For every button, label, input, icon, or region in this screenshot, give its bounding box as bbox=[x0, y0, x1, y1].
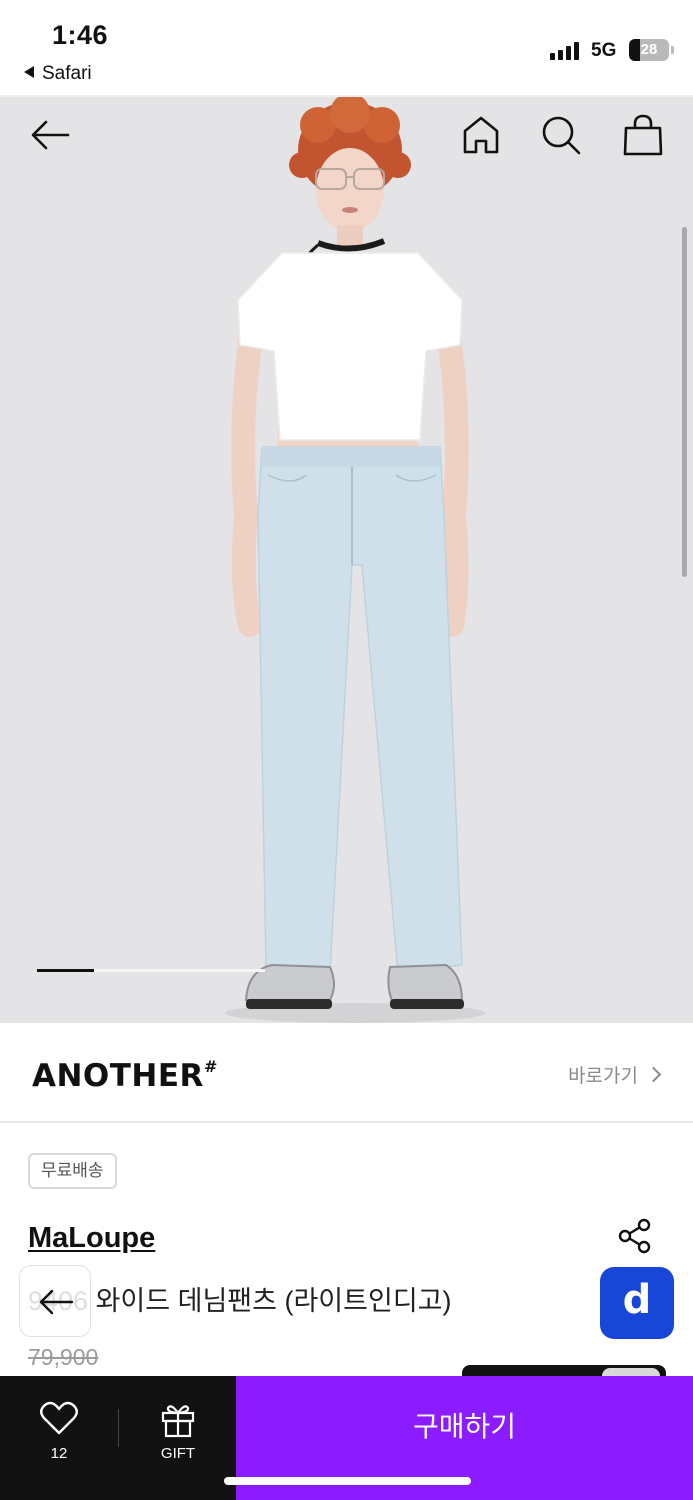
hero-top-divider bbox=[0, 95, 693, 97]
brand-logo: ANOTHER# bbox=[32, 1057, 218, 1094]
heart-icon bbox=[40, 1401, 78, 1435]
search-button[interactable] bbox=[537, 111, 585, 159]
like-count: 12 bbox=[50, 1445, 68, 1462]
home-icon bbox=[463, 116, 499, 154]
bottom-divider bbox=[118, 1409, 119, 1447]
d-app-button[interactable]: d bbox=[600, 1267, 674, 1339]
product-name: 9406 와이드 데님팬츠 (라이트인디고) bbox=[28, 1279, 452, 1318]
share-button[interactable] bbox=[616, 1217, 654, 1255]
like-button[interactable]: 12 bbox=[38, 1400, 80, 1462]
status-time: 1:46 bbox=[52, 20, 109, 50]
free-shipping-badge: 무료배송 bbox=[28, 1153, 117, 1189]
gallery-progress-fill bbox=[37, 969, 94, 972]
battery-tip bbox=[671, 46, 674, 54]
product-brand-link[interactable]: MaLoupe bbox=[28, 1222, 155, 1255]
gift-button[interactable]: GIFT bbox=[150, 1400, 206, 1462]
battery-percent: 28 bbox=[640, 41, 658, 58]
chevron-right-icon bbox=[645, 1066, 662, 1083]
cart-button[interactable] bbox=[619, 111, 667, 159]
gift-label: GIFT bbox=[160, 1445, 196, 1462]
back-to-app-link[interactable]: Safari bbox=[24, 63, 92, 85]
back-app-label: Safari bbox=[42, 63, 92, 84]
model-photo bbox=[225, 95, 485, 1023]
gallery-progress-track bbox=[37, 969, 265, 972]
search-icon bbox=[542, 116, 581, 155]
network-type: 5G bbox=[591, 40, 617, 61]
page-scroll-indicator[interactable] bbox=[682, 227, 687, 577]
back-arrow-icon bbox=[39, 1289, 74, 1315]
product-image-gallery[interactable] bbox=[0, 95, 693, 1023]
brand-shortcut-label: 바로가기 bbox=[568, 1066, 638, 1087]
bottom-left-actions: 12 GIFT bbox=[0, 1376, 236, 1500]
cellular-signal-icon bbox=[550, 42, 582, 60]
brand-shop-row[interactable]: ANOTHER# 바로가기 bbox=[0, 1023, 693, 1123]
share-icon bbox=[618, 1218, 651, 1254]
back-triangle-icon bbox=[24, 66, 34, 78]
back-button[interactable] bbox=[26, 111, 74, 159]
gift-icon bbox=[161, 1405, 195, 1438]
status-bar: 1:46 Safari 5G 28 bbox=[0, 0, 693, 95]
brand-shortcut-link[interactable]: 바로가기 bbox=[568, 1061, 662, 1088]
brand-logo-mark: # bbox=[203, 1057, 218, 1076]
shopping-bag-icon bbox=[623, 114, 663, 156]
original-price: 79,900 bbox=[28, 1344, 99, 1370]
product-title: 와이드 데님팬츠 (라이트인디고) bbox=[95, 1286, 452, 1316]
brand-logo-text: ANOTHER bbox=[32, 1058, 204, 1094]
floating-back-button[interactable] bbox=[19, 1265, 91, 1337]
battery-icon: 28 bbox=[629, 39, 669, 61]
home-button[interactable] bbox=[457, 111, 505, 159]
home-indicator[interactable] bbox=[224, 1477, 471, 1485]
back-arrow-icon bbox=[31, 120, 70, 150]
